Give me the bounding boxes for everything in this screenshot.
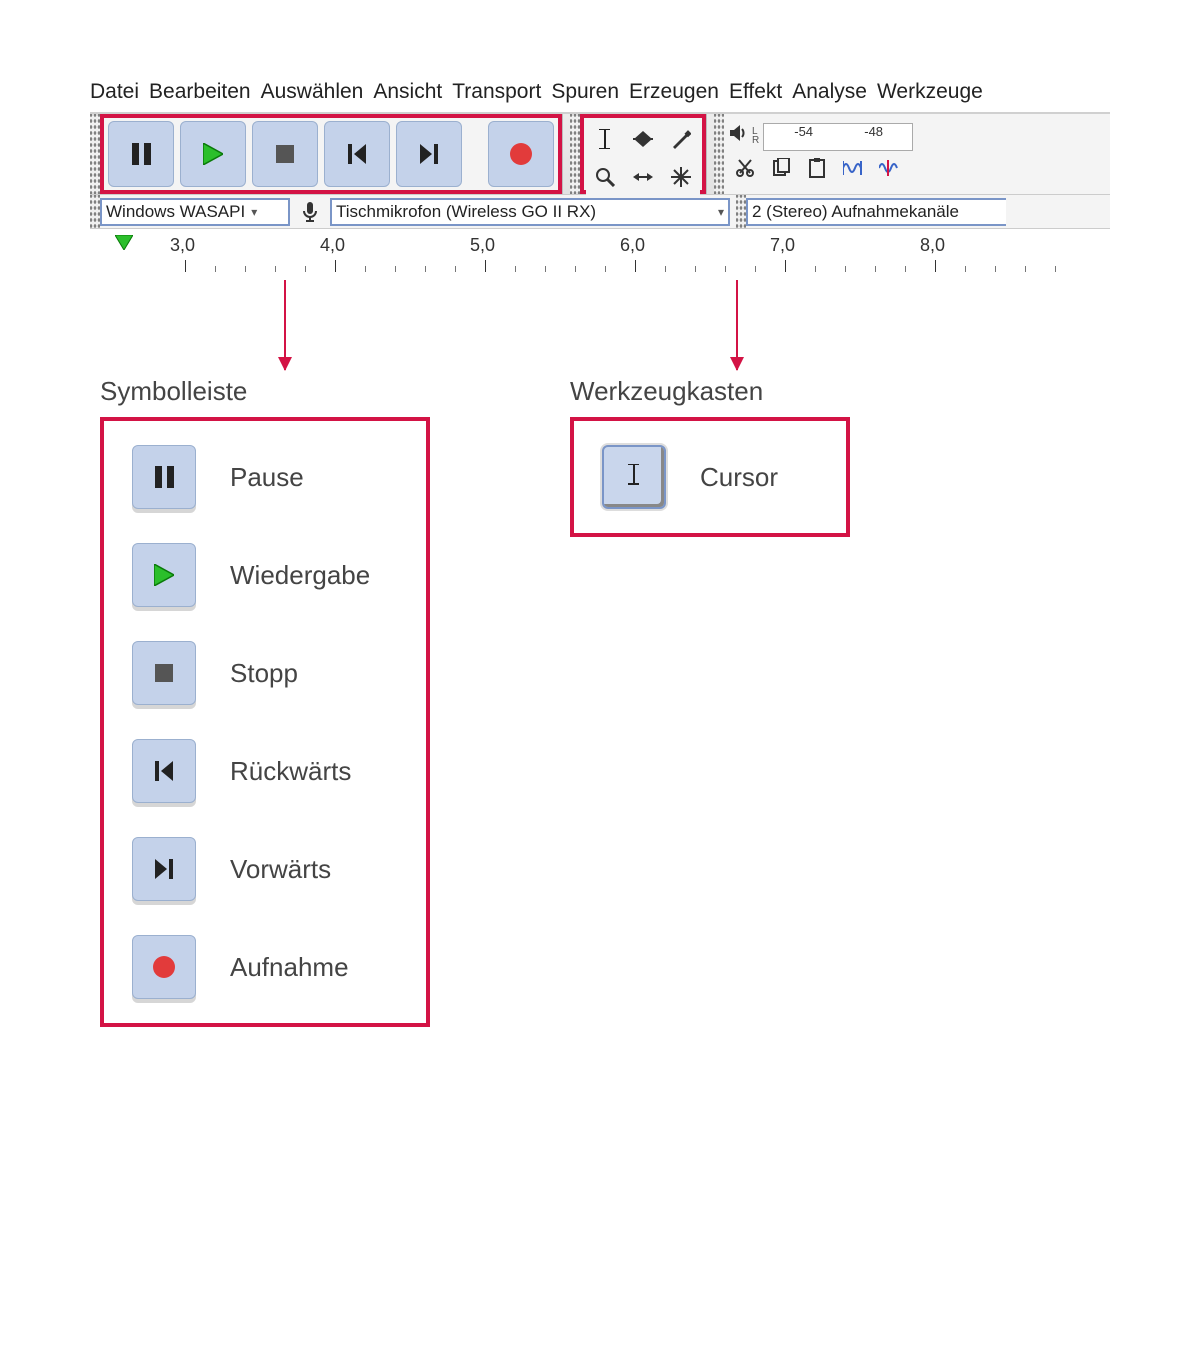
ruler-tick-label: 4,0 [320,235,345,256]
separator [706,114,714,194]
legend-item-stop: Stopp [132,641,398,705]
play-button[interactable] [180,121,246,187]
legend-item-cursor: Cursor [602,445,818,509]
zoom-tool[interactable] [586,158,624,196]
callout-arrow [736,280,738,370]
legend-item-fwd: Vorwärts [132,837,398,901]
skip-back-button[interactable] [324,121,390,187]
toolbar-grip[interactable] [714,114,724,194]
toolbar-row: LR -54 -48 [90,112,1110,194]
recording-channels-dropdown[interactable]: 2 (Stereo) Aufnahmekanäle [746,198,1006,226]
extra-toolbar: LR -54 -48 [724,114,917,194]
legend-label: Aufnahme [230,952,349,983]
menu-bearbeiten[interactable]: Bearbeiten [149,80,251,104]
playhead-icon[interactable] [115,235,133,250]
ruler-tick-label: 8,0 [920,235,945,256]
dropdown-value: Tischmikrofon (Wireless GO II RX) [336,202,596,222]
toolbar-grip[interactable] [90,114,100,194]
callout-arrow [284,280,286,370]
transport-toolbar [100,114,562,194]
legend-label: Cursor [700,462,778,493]
pause-button[interactable] [108,121,174,187]
legend-box: Cursor [570,417,850,537]
legend-label: Rückwärts [230,756,351,787]
tools-toolbar [580,114,706,194]
menubar: Datei Bearbeiten Auswählen Ansicht Trans… [90,80,1110,112]
mic-icon [290,201,330,223]
legend-label: Wiedergabe [230,560,370,591]
cut-button[interactable] [728,151,762,185]
menu-transport[interactable]: Transport [452,80,541,104]
stop-button[interactable] [252,121,318,187]
cursor-icon [602,445,666,509]
ruler-tick-label: 5,0 [470,235,495,256]
ruler-tick-label: 3,0 [170,235,195,256]
audacity-window: Datei Bearbeiten Auswählen Ansicht Trans… [90,80,1110,272]
playback-meter[interactable]: LR -54 -48 [728,123,913,151]
timeline-ruler[interactable]: 3,0 4,0 5,0 6,0 7,0 8,0 [90,228,1110,272]
legend-label: Pause [230,462,304,493]
silence-button[interactable] [872,151,906,185]
menu-werkzeuge[interactable]: Werkzeuge [877,80,983,104]
record-icon [132,935,196,999]
ruler-tick-label: 6,0 [620,235,645,256]
envelope-tool[interactable] [624,120,662,158]
legend-title: Symbolleiste [100,376,430,407]
record-button[interactable] [488,121,554,187]
separator [562,114,570,194]
menu-spuren[interactable]: Spuren [551,80,619,104]
dropdown-value: Windows WASAPI [106,202,245,222]
toolbar-grip[interactable] [736,195,746,229]
toolbar-grip[interactable] [570,114,580,194]
selection-tool[interactable] [586,120,624,158]
play-icon [132,543,196,607]
legend-label: Stopp [230,658,298,689]
timeshift-tool[interactable] [624,158,662,196]
menu-datei[interactable]: Datei [90,80,139,104]
recording-device-dropdown[interactable]: Tischmikrofon (Wireless GO II RX) ▾ [330,198,730,226]
copy-button[interactable] [764,151,798,185]
dropdown-value: 2 (Stereo) Aufnahmekanäle [752,202,959,222]
audio-host-dropdown[interactable]: Windows WASAPI ▾ [100,198,290,226]
legend-label: Vorwärts [230,854,331,885]
device-toolbar: Windows WASAPI ▾ Tischmikrofon (Wireless … [90,194,1110,228]
legend-box: Pause Wiedergabe Stopp Rückwärts Vorwärt… [100,417,430,1027]
multi-tool[interactable] [662,158,700,196]
skip-back-icon [132,739,196,803]
legend-tools: Werkzeugkasten Cursor [570,376,850,537]
chevron-down-icon: ▾ [251,205,257,219]
ruler-tick-label: 7,0 [770,235,795,256]
speaker-icon [728,123,748,143]
legend-item-pause: Pause [132,445,398,509]
meter-channels: LR [752,123,759,145]
legend-title: Werkzeugkasten [570,376,850,407]
chevron-down-icon: ▾ [718,205,724,219]
meter-scale: -54 -48 [763,123,913,151]
menu-ansicht[interactable]: Ansicht [373,80,442,104]
trim-button[interactable] [836,151,870,185]
menu-effekt[interactable]: Effekt [729,80,782,104]
stop-icon [132,641,196,705]
skip-forward-icon [132,837,196,901]
toolbar-grip[interactable] [90,195,100,229]
legend-item-rec: Aufnahme [132,935,398,999]
edit-toolbar [728,151,913,185]
menu-auswaehlen[interactable]: Auswählen [261,80,364,104]
menu-analyse[interactable]: Analyse [792,80,867,104]
pause-icon [132,445,196,509]
legend-item-play: Wiedergabe [132,543,398,607]
paste-button[interactable] [800,151,834,185]
legend-transport: Symbolleiste Pause Wiedergabe Stopp Rück… [100,376,430,1027]
menu-erzeugen[interactable]: Erzeugen [629,80,719,104]
draw-tool[interactable] [662,120,700,158]
skip-forward-button[interactable] [396,121,462,187]
legend-item-back: Rückwärts [132,739,398,803]
